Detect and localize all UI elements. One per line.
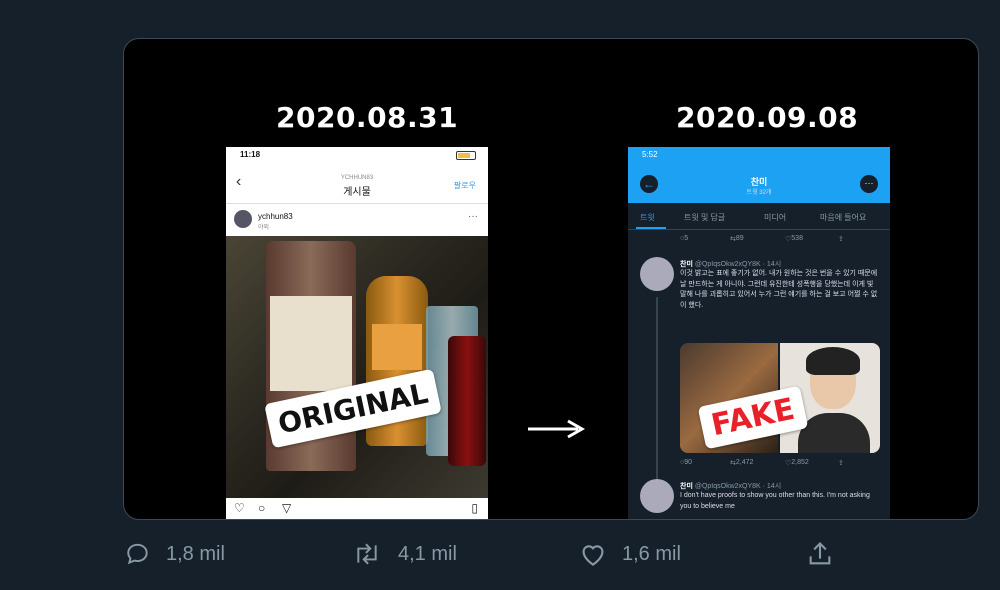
ig-actions: ♡ ○ ▽ ▯	[226, 499, 488, 519]
like-count: 1,6 mil	[622, 542, 681, 565]
stat: 90	[684, 459, 693, 466]
tw-post-text: 이것 밝고는 표에 좋기가 없어. 내가 원하는 것은 번을 수 있기 때문에 …	[680, 270, 878, 309]
tw-post-name: 찬미	[680, 261, 693, 268]
ig-subtitle: 야외	[258, 225, 270, 231]
tw-post-handle: @QpIqsOkw2xQY8K · 14시	[694, 483, 782, 490]
send-icon: ▽	[282, 501, 292, 515]
stat: 5	[684, 235, 689, 242]
retweet-button[interactable]: 4,1 mil	[350, 540, 457, 568]
heart-icon: ♡	[234, 501, 245, 515]
reply-icon	[127, 543, 148, 565]
ig-account-small: YCHHUN83	[340, 175, 374, 181]
tw-tab: 미디어	[764, 213, 787, 222]
ig-username: ychhun83	[258, 212, 293, 221]
bottle-label	[270, 296, 352, 391]
ig-nav-bar: ‹ YCHHUN83 게시물 팔로우	[226, 163, 488, 204]
ig-status-bar: 11:18	[226, 147, 488, 163]
arrow-right-icon	[528, 419, 586, 439]
date-left: 2020.08.31	[276, 101, 459, 134]
more-icon: ···	[468, 211, 478, 222]
share-button[interactable]	[806, 540, 848, 568]
instagram-screenshot: 11:18 ‹ YCHHUN83 게시물 팔로우 ychhun83 야외 ···…	[226, 147, 488, 519]
bookmark-icon: ▯	[471, 501, 478, 515]
avatar	[640, 257, 674, 291]
tw-tab: 마음에 들어요	[820, 213, 867, 222]
tw-profile-header: ← 찬미 트윗 32개 ···	[628, 163, 890, 203]
tw-post-2: 찬미 @QpIqsOkw2xQY8K · 14시 I don't have pr…	[628, 479, 890, 519]
tw-post-handle: @QpIqsOkw2xQY8K · 14시	[694, 261, 782, 268]
heart-icon	[582, 545, 604, 566]
share-icon: ⇪	[838, 236, 844, 243]
tw-tabs: 트윗 트윗 및 답글 미디어 마음에 들어요	[628, 203, 890, 230]
stat: 89	[735, 235, 744, 242]
reply-count: 1,8 mil	[166, 542, 225, 565]
tw-status-bar: 5:52	[628, 147, 890, 163]
portrait-shirt	[798, 413, 870, 453]
comment-icon: ○	[258, 501, 266, 515]
retweet-icon	[357, 543, 377, 565]
ig-follow: 팔로우	[453, 181, 476, 190]
ig-time: 11:18	[240, 150, 261, 159]
bottle-label-orange	[372, 324, 422, 370]
cola-bottle	[448, 336, 486, 466]
thread-line	[656, 297, 658, 482]
tw-profile-sub: 트윗 32개	[746, 190, 772, 196]
like-button[interactable]: 1,6 mil	[578, 540, 681, 568]
retweet-count: 4,1 mil	[398, 542, 457, 565]
battery-icon	[456, 151, 476, 160]
more-icon: ···	[860, 175, 878, 193]
stat: 2,472	[735, 459, 754, 466]
tw-post-name: 찬미	[680, 483, 693, 490]
twitter-screenshot: 5:52 ← 찬미 트윗 32개 ··· 트윗 트윗 및 답글 미디어 마음에 …	[628, 147, 890, 519]
portrait-hair	[806, 347, 860, 375]
stat: 2,852	[791, 459, 809, 466]
avatar	[234, 210, 252, 228]
ig-photo	[226, 236, 488, 498]
tweet-media-card[interactable]: 2020.08.31 2020.09.08 11:18 ‹ YCHHUN83 게…	[123, 38, 979, 520]
tab-underline	[636, 227, 666, 229]
reply-button[interactable]: 1,8 mil	[124, 540, 225, 568]
date-right: 2020.09.08	[676, 101, 859, 134]
share-icon: ⇪	[838, 460, 844, 467]
ig-title: 게시물	[343, 187, 371, 198]
avatar	[640, 479, 674, 513]
tw-time: 5:52	[642, 150, 658, 159]
share-icon	[809, 542, 831, 565]
tw-post-text: I don't have proofs to show you other th…	[680, 492, 870, 510]
tw-tab: 트윗 및 답글	[684, 213, 726, 222]
ig-user-row: ychhun83 야외 ···	[226, 204, 488, 236]
stat: 538	[791, 235, 803, 242]
tw-post-1: 찬미 @QpIqsOkw2xQY8K · 14시 이것 밝고는 표에 좋기가 없…	[628, 257, 890, 347]
tweet-action-bar: 1,8 mil 4,1 mil 1,6 mil	[0, 540, 1000, 570]
tw-tab: 트윗	[640, 213, 655, 222]
